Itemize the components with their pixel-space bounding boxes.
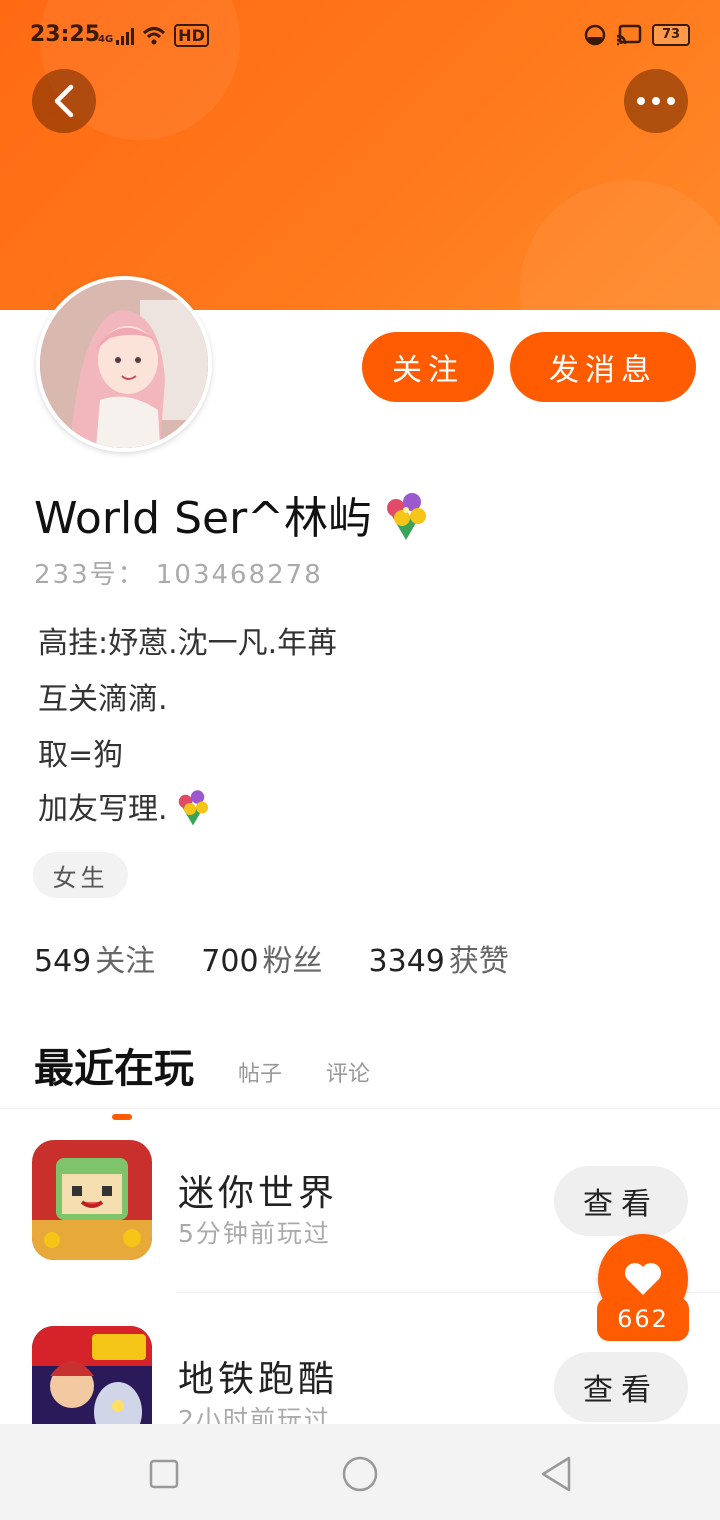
avatar[interactable] xyxy=(36,276,212,452)
more-dots-icon xyxy=(637,97,675,105)
profile-tabs: 最近在玩 帖子 评论 xyxy=(34,1036,370,1120)
battery-icon: 73 xyxy=(652,24,690,46)
profile-stats: 549 关注 700 粉丝 3349 获赞 xyxy=(34,936,509,980)
header-decoration xyxy=(520,180,720,310)
cellular-signal-icon: 4G xyxy=(98,27,135,45)
status-bar: 23:25 4G HD 73 xyxy=(0,18,720,58)
view-button[interactable]: 查看 xyxy=(554,1352,688,1422)
user-id: 233号： 103468278 xyxy=(34,560,323,590)
wifi-icon xyxy=(143,26,166,44)
tab-posts[interactable]: 帖子 xyxy=(238,1056,282,1094)
data-saver-icon xyxy=(584,24,606,46)
game-name: 地铁跑酷 xyxy=(178,1359,339,1400)
bio-line: 高挂:妤蒽.沈一凡.年苒 xyxy=(38,626,338,661)
likes-count[interactable]: 3349 获赞 xyxy=(369,936,509,980)
following-count[interactable]: 549 关注 xyxy=(34,936,155,980)
back-button[interactable] xyxy=(32,69,96,133)
send-message-button[interactable]: 发消息 xyxy=(510,332,696,402)
profile-name-row: World Ser^林屿 xyxy=(34,482,434,546)
system-navigation-bar xyxy=(0,1424,720,1520)
bio-line: 取=狗 xyxy=(38,738,124,773)
square-icon xyxy=(149,1459,179,1489)
game-last-played: 5分钟前玩过 xyxy=(178,1219,331,1248)
tab-comments[interactable]: 评论 xyxy=(326,1056,370,1094)
circle-icon xyxy=(342,1456,378,1492)
heart-icon xyxy=(625,1263,661,1295)
followers-count[interactable]: 700 粉丝 xyxy=(201,936,322,980)
chevron-left-icon xyxy=(54,84,74,118)
bouquet-icon xyxy=(178,790,208,826)
profile-name: World Ser^林屿 xyxy=(34,493,373,544)
divider xyxy=(0,1108,720,1109)
bouquet-icon xyxy=(387,493,427,540)
bio-line: 加友写理. xyxy=(38,784,214,828)
bio-line: 互关滴滴. xyxy=(38,682,168,717)
game-icon xyxy=(32,1140,152,1260)
avatar-image xyxy=(40,280,208,448)
home-button[interactable] xyxy=(340,1454,380,1494)
cast-icon xyxy=(616,24,642,46)
tab-recent-played[interactable]: 最近在玩 xyxy=(34,1036,194,1120)
hd-voice-icon: HD xyxy=(174,24,209,47)
system-back-button[interactable] xyxy=(536,1454,576,1494)
follow-button[interactable]: 关注 xyxy=(362,332,494,402)
like-count: 662 xyxy=(597,1297,689,1341)
status-time: 23:25 xyxy=(30,22,101,47)
triangle-back-icon xyxy=(541,1456,571,1492)
more-options-button[interactable] xyxy=(624,69,688,133)
view-button[interactable]: 查看 xyxy=(554,1166,688,1236)
gender-tag: 女生 xyxy=(33,852,128,898)
game-name: 迷你世界 xyxy=(178,1173,339,1214)
recent-apps-button[interactable] xyxy=(144,1454,184,1494)
